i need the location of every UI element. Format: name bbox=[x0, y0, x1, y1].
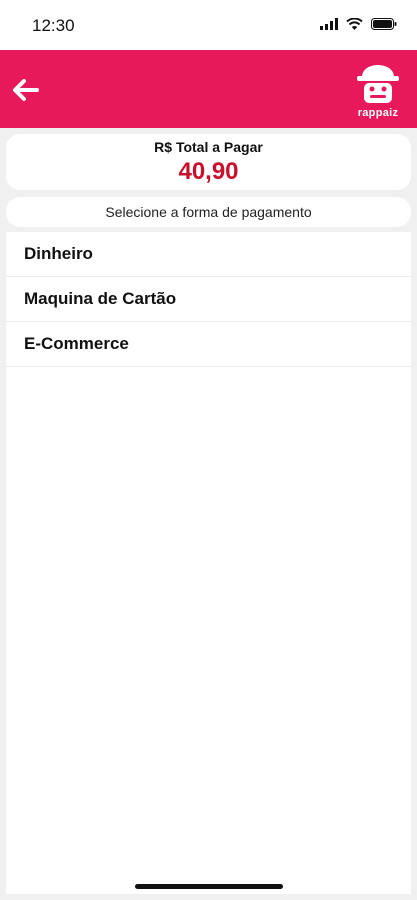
app-header: rappaiz bbox=[0, 50, 417, 128]
signal-icon bbox=[320, 18, 338, 30]
wifi-icon bbox=[346, 18, 363, 30]
payment-method-cash[interactable]: Dinheiro bbox=[6, 232, 411, 277]
status-bar: 12:30 bbox=[0, 0, 417, 50]
logo-mascot-icon bbox=[357, 65, 399, 103]
logo-text: rappaiz bbox=[357, 107, 399, 119]
status-time: 12:30 bbox=[32, 16, 75, 35]
payment-method-list: Dinheiro Maquina de Cartão E-Commerce bbox=[6, 232, 411, 894]
total-label: R$ Total a Pagar bbox=[154, 139, 263, 155]
arrow-left-icon bbox=[13, 79, 39, 101]
brand-logo: rappaiz bbox=[353, 55, 403, 123]
payment-method-ecommerce[interactable]: E-Commerce bbox=[6, 322, 411, 367]
total-card: R$ Total a Pagar 40,90 bbox=[6, 134, 411, 190]
status-icons bbox=[320, 18, 397, 30]
home-indicator bbox=[135, 884, 283, 889]
total-value: 40,90 bbox=[178, 158, 239, 185]
battery-icon bbox=[371, 18, 397, 30]
payment-hint: Selecione a forma de pagamento bbox=[6, 197, 411, 227]
payment-method-card-machine[interactable]: Maquina de Cartão bbox=[6, 277, 411, 322]
back-button[interactable] bbox=[8, 72, 44, 108]
